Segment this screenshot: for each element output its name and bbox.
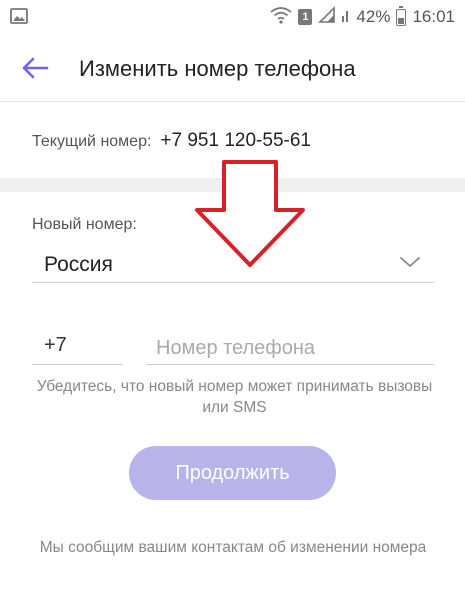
current-number-label: Текущий номер: bbox=[32, 133, 152, 150]
red-arrow-annotation-icon bbox=[195, 160, 307, 273]
clock: 16:01 bbox=[412, 7, 455, 26]
status-icons: 1 42% 16:01 bbox=[270, 5, 455, 29]
wifi-icon bbox=[270, 6, 292, 29]
gallery-icon bbox=[10, 8, 28, 29]
arrow-left-icon bbox=[22, 57, 49, 79]
country-code-field[interactable]: +7 bbox=[32, 332, 123, 365]
country-code-value: +7 bbox=[44, 334, 67, 356]
continue-button[interactable]: Продолжить bbox=[129, 446, 336, 500]
current-number-value: +7 951 120-55-61 bbox=[160, 130, 311, 151]
battery-icon bbox=[396, 5, 407, 26]
app-bar: Изменить номер телефона bbox=[0, 34, 465, 102]
hint-text: Убедитесь, что новый номер может принима… bbox=[36, 378, 433, 416]
footer-note: Мы сообщим вашим контактам об изменении … bbox=[39, 539, 427, 556]
sim-badge-icon: 1 bbox=[298, 9, 313, 25]
country-value: Россия bbox=[44, 253, 113, 276]
signal-strength-icon bbox=[342, 6, 350, 29]
page-title: Изменить номер телефона bbox=[79, 56, 356, 81]
current-number: Текущий номер: +7 951 120-55-61 bbox=[32, 130, 311, 152]
back-button[interactable] bbox=[20, 54, 52, 82]
new-number-label: Новый номер: bbox=[32, 216, 137, 233]
battery-percent: 42% bbox=[356, 7, 391, 26]
chevron-down-icon bbox=[398, 254, 422, 275]
status-bar: 1 42% 16:01 bbox=[0, 0, 465, 34]
signal-icon bbox=[318, 5, 336, 29]
phone-number-input[interactable] bbox=[146, 332, 434, 365]
